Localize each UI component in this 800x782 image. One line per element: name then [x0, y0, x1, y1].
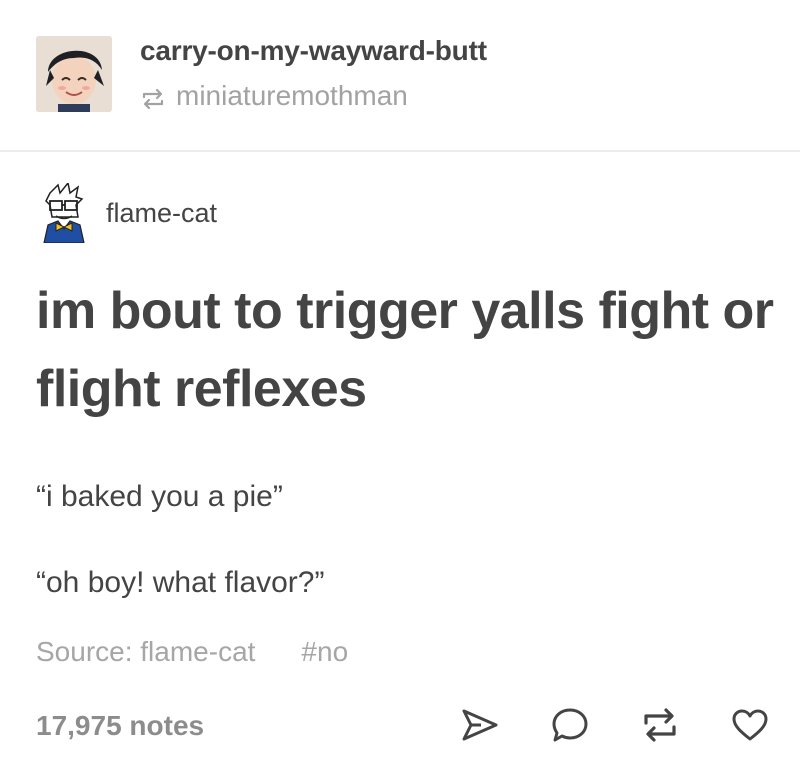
share-icon[interactable]	[460, 705, 500, 745]
author-avatar-icon[interactable]	[38, 181, 90, 244]
header-username[interactable]: carry-on-my-wayward-butt	[140, 35, 487, 67]
post-title: im bout to trigger yalls fight or flight…	[36, 282, 774, 418]
post-header: carry-on-my-wayward-butt miniaturemothma…	[0, 0, 800, 150]
source-row: Source: flame-cat #no	[36, 636, 348, 668]
reply-icon[interactable]	[550, 705, 590, 745]
divider	[0, 150, 800, 152]
reblog-icon	[140, 85, 166, 110]
reblogged-from-name: miniaturemothman	[176, 80, 408, 111]
post-line-2: “oh boy! what flavor?”	[36, 566, 325, 599]
post-line-1: “i baked you a pie”	[36, 480, 283, 513]
source-link[interactable]: Source: flame-cat	[36, 636, 255, 668]
reblogged-from[interactable]: miniaturemothman	[140, 80, 408, 112]
user-avatar-icon[interactable]	[36, 36, 112, 112]
author-name: flame-cat	[106, 197, 218, 228]
reblog-icon[interactable]	[640, 705, 680, 745]
notes-count[interactable]: 17,975 notes	[36, 710, 204, 742]
post-actions	[460, 705, 770, 745]
like-icon[interactable]	[730, 705, 770, 745]
post-author[interactable]: flame-cat	[38, 181, 218, 244]
tag-link[interactable]: #no	[301, 636, 348, 668]
bottom-edge	[0, 778, 800, 782]
